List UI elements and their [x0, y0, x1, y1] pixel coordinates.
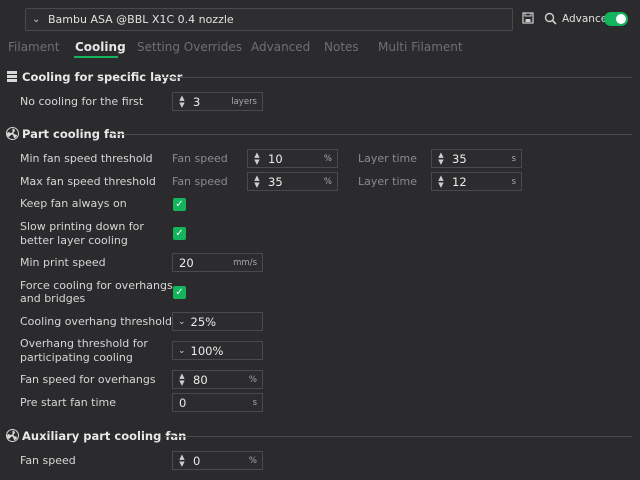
min-fan-speed-value: 10	[268, 151, 283, 166]
overhang-threshold-label: Cooling overhang threshold	[20, 315, 173, 328]
overhang-participating-label-1: Overhang threshold for	[20, 337, 148, 350]
overhang-threshold-dropdown[interactable]: ⌄ 25%	[172, 312, 263, 331]
spin-arrows-icon[interactable]: ▲ ▼	[250, 173, 264, 190]
overhang-participating-value: 100%	[190, 343, 224, 358]
max-fan-speed-sublabel: Fan speed	[172, 175, 228, 188]
chevron-down-icon: ⌄	[32, 14, 41, 25]
fan-overhangs-label: Fan speed for overhangs	[20, 373, 156, 386]
spin-arrows-icon[interactable]: ▲ ▼	[175, 93, 189, 110]
no-cooling-input[interactable]: ▲ ▼ 3 layers	[172, 92, 263, 111]
min-layer-time-input[interactable]: ▲ ▼ 35 s	[431, 149, 522, 168]
tab-setting-overrides[interactable]: Setting Overrides	[137, 40, 242, 54]
min-print-speed-input[interactable]: 20 mm/s	[172, 253, 263, 272]
fan-overhangs-input[interactable]: ▲ ▼ 80 %	[172, 370, 263, 389]
max-fan-speed-value: 35	[268, 174, 283, 189]
max-fan-speed-unit: %	[323, 176, 332, 187]
tab-filament[interactable]: Filament	[8, 40, 59, 54]
overhang-participating-dropdown[interactable]: ⌄ 100%	[172, 341, 263, 360]
layer-icon	[6, 70, 18, 86]
min-layer-time-sublabel: Layer time	[358, 152, 418, 165]
no-cooling-unit: layers	[231, 96, 257, 107]
no-cooling-label: No cooling for the first	[20, 95, 144, 108]
spin-arrows-icon[interactable]: ▲ ▼	[175, 452, 189, 469]
section-title-specific-layer: Cooling for specific layer	[22, 70, 183, 84]
aux-fan-speed-unit: %	[248, 455, 257, 466]
max-layer-time-unit: s	[511, 176, 516, 187]
fan-icon	[6, 429, 19, 445]
active-tab-indicator	[74, 56, 118, 58]
spin-arrows-icon[interactable]: ▲ ▼	[434, 150, 448, 167]
aux-fan-speed-value: 0	[193, 453, 201, 468]
section-divider	[164, 436, 632, 437]
chevron-down-icon: ⌄	[178, 316, 186, 327]
tab-advanced[interactable]: Advanced	[251, 40, 310, 54]
fan-icon	[6, 127, 19, 143]
min-fan-speed-sublabel: Fan speed	[172, 152, 228, 165]
tab-notes[interactable]: Notes	[324, 40, 359, 54]
pre-start-label: Pre start fan time	[20, 396, 117, 409]
min-print-speed-unit: mm/s	[233, 257, 257, 268]
preset-dropdown[interactable]: ⌄ Bambu ASA @BBL X1C 0.4 nozzle	[25, 8, 513, 31]
save-icon[interactable]	[522, 12, 534, 27]
keep-fan-checkbox[interactable]: ✓	[173, 198, 186, 211]
section-divider	[112, 134, 632, 135]
toggle-knob	[616, 14, 626, 24]
max-fan-speed-input[interactable]: ▲ ▼ 35 %	[247, 172, 338, 191]
tab-bar: Filament Cooling Setting Overrides Advan…	[0, 38, 640, 58]
min-fan-speed-input[interactable]: ▲ ▼ 10 %	[247, 149, 338, 168]
spin-arrows-icon[interactable]: ▲ ▼	[250, 150, 264, 167]
min-fan-speed-unit: %	[323, 153, 332, 164]
overhang-threshold-value: 25%	[190, 314, 217, 329]
max-fan-threshold-label: Max fan speed threshold	[20, 175, 156, 188]
force-cooling-label-1: Force cooling for overhangs	[20, 279, 173, 292]
advanced-toggle[interactable]	[604, 12, 628, 26]
spin-arrows-icon[interactable]: ▲ ▼	[434, 173, 448, 190]
top-bar: ⌄ Bambu ASA @BBL X1C 0.4 nozzle Advanced	[0, 0, 640, 38]
aux-fan-speed-label: Fan speed	[20, 454, 76, 467]
min-layer-time-unit: s	[511, 153, 516, 164]
slow-printing-label-2: better layer cooling	[20, 234, 128, 247]
no-cooling-value: 3	[193, 94, 201, 109]
tab-multi-filament[interactable]: Multi Filament	[378, 40, 463, 54]
section-title-aux-fan: Auxiliary part cooling fan	[22, 429, 187, 443]
preset-name: Bambu ASA @BBL X1C 0.4 nozzle	[48, 13, 234, 26]
keep-fan-label: Keep fan always on	[20, 197, 127, 210]
section-divider	[160, 77, 632, 78]
pre-start-value: 0	[179, 395, 187, 410]
max-layer-time-sublabel: Layer time	[358, 175, 418, 188]
force-cooling-label-2: and bridges	[20, 292, 86, 305]
min-print-speed-value: 20	[179, 255, 194, 270]
pre-start-input[interactable]: 0 s	[172, 393, 263, 412]
fan-overhangs-value: 80	[193, 372, 208, 387]
fan-overhangs-unit: %	[248, 374, 257, 385]
overhang-participating-label-2: participating cooling	[20, 351, 133, 364]
max-layer-time-value: 12	[452, 174, 467, 189]
min-print-speed-label: Min print speed	[20, 256, 106, 269]
aux-fan-speed-input[interactable]: ▲ ▼ 0 %	[172, 451, 263, 470]
section-title-part-fan: Part cooling fan	[22, 127, 125, 141]
min-layer-time-value: 35	[452, 151, 467, 166]
spin-arrows-icon[interactable]: ▲ ▼	[175, 371, 189, 388]
search-icon[interactable]	[544, 12, 557, 28]
tab-cooling[interactable]: Cooling	[75, 40, 126, 54]
slow-printing-label-1: Slow printing down for	[20, 220, 144, 233]
pre-start-unit: s	[252, 397, 257, 408]
max-layer-time-input[interactable]: ▲ ▼ 12 s	[431, 172, 522, 191]
force-cooling-checkbox[interactable]: ✓	[173, 286, 186, 299]
slow-printing-checkbox[interactable]: ✓	[173, 227, 186, 240]
chevron-down-icon: ⌄	[178, 345, 186, 356]
min-fan-threshold-label: Min fan speed threshold	[20, 152, 153, 165]
